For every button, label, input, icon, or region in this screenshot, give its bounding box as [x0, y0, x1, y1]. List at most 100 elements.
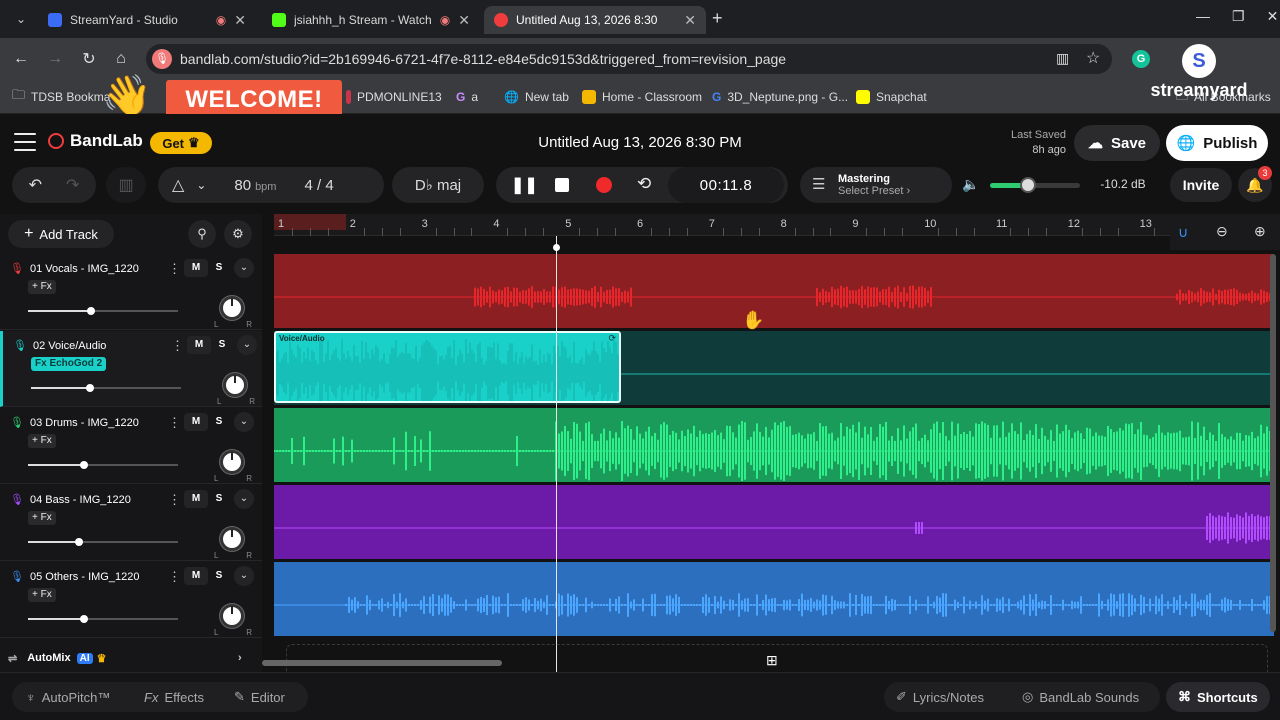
bandlab-sounds-button[interactable]: ◎ BandLab Sounds — [1010, 682, 1151, 712]
chevron-down-icon[interactable]: ⌄ — [234, 258, 254, 278]
mute-button[interactable]: M — [184, 490, 208, 508]
track-menu-icon[interactable]: ⋮ — [168, 492, 181, 508]
track-volume-slider[interactable] — [28, 538, 178, 546]
metronome-options-chevron-icon[interactable]: ⌄ — [196, 178, 206, 192]
shortcuts-button[interactable]: ⌘ Shortcuts — [1166, 682, 1270, 712]
tab-bandlab[interactable]: Untitled Aug 13, 2026 8:30 ✕ — [484, 6, 706, 34]
volume-knob[interactable] — [87, 307, 95, 315]
fx-button[interactable]: + Fx — [28, 280, 56, 294]
tab-list-chevron-icon[interactable]: ⌄ — [16, 12, 26, 26]
solo-button[interactable]: S — [207, 567, 231, 585]
bookmark-pdmonline[interactable]: PDMONLINE13 — [346, 86, 442, 108]
invite-button[interactable]: Invite — [1170, 168, 1232, 202]
star-icon[interactable]: ☆ — [1086, 48, 1100, 68]
add-track-button[interactable]: + Add Track — [8, 220, 114, 248]
track-volume-slider[interactable] — [31, 384, 181, 392]
back-icon[interactable]: ← — [8, 46, 34, 72]
playhead-handle[interactable] — [553, 244, 560, 251]
track-lane[interactable] — [274, 562, 1274, 636]
track-lane[interactable] — [274, 254, 1274, 328]
zoom-out-icon[interactable]: ⊖ — [1216, 223, 1228, 240]
bookmark-folder-tdsb[interactable]: 🗀 TDSB Bookma — [12, 86, 110, 108]
chevron-down-icon[interactable]: ⌄ — [234, 489, 254, 509]
track-menu-icon[interactable]: ⋮ — [168, 415, 181, 431]
new-tab-button[interactable]: + — [712, 8, 723, 29]
menu-icon[interactable] — [14, 133, 36, 151]
track-volume-slider[interactable] — [28, 307, 178, 315]
bookmark-classroom[interactable]: Home - Classroom — [582, 86, 702, 108]
pan-knob[interactable] — [220, 604, 244, 628]
automix-row[interactable]: ⇌ AutoMix AI ♛ › — [0, 646, 262, 670]
forward-icon[interactable]: → — [42, 46, 68, 72]
pan-knob[interactable] — [220, 527, 244, 551]
track-volume-slider[interactable] — [28, 615, 178, 623]
undo-icon[interactable]: ↶ — [29, 175, 42, 195]
track-name[interactable]: 04 Bass - IMG_1220 — [30, 494, 131, 506]
speaker-icon[interactable]: 🔈 — [962, 176, 979, 193]
close-tab-icon[interactable]: ✕ — [234, 12, 246, 29]
track-lane[interactable] — [274, 408, 1274, 482]
metronome-icon[interactable]: △ — [172, 175, 184, 195]
lyrics-notes-button[interactable]: ✐ Lyrics/Notes — [884, 682, 996, 712]
chevron-down-icon[interactable]: ⌄ — [234, 412, 254, 432]
master-volume-slider[interactable] — [990, 177, 1080, 193]
volume-knob[interactable] — [80, 461, 88, 469]
fx-button[interactable]: + Fx — [28, 588, 56, 602]
microphone-permission-icon[interactable]: 🎙 — [152, 49, 172, 69]
url-input[interactable]: 🎙 bandlab.com/studio?id=2b169946-6721-4f… — [146, 44, 1112, 74]
track-name[interactable]: 02 Voice/Audio — [33, 340, 106, 352]
mute-button[interactable]: M — [184, 567, 208, 585]
time-signature[interactable]: 4 / 4 — [304, 177, 333, 194]
pan-knob[interactable] — [220, 296, 244, 320]
track-header[interactable]: 🎙 04 Bass - IMG_1220 ⋮ M S ⌄ + Fx L R — [0, 485, 262, 561]
chevron-down-icon[interactable]: ⌄ — [237, 335, 257, 355]
mute-button[interactable]: M — [184, 413, 208, 431]
solo-button[interactable]: S — [207, 259, 231, 277]
track-volume-slider[interactable] — [28, 461, 178, 469]
publish-button[interactable]: 🌐 Publish — [1166, 125, 1268, 161]
save-button[interactable]: ☁ Save — [1074, 125, 1160, 161]
snap-magnet-icon[interactable]: ∪ — [1178, 224, 1188, 241]
close-tab-icon[interactable]: ✕ — [458, 12, 470, 29]
pause-icon[interactable]: ❚❚ — [511, 175, 538, 195]
reader-mode-icon[interactable]: ▥ — [1056, 50, 1069, 67]
mute-button[interactable]: M — [187, 336, 211, 354]
solo-button[interactable]: S — [207, 490, 231, 508]
track-header[interactable]: 🎙 05 Others - IMG_1220 ⋮ M S ⌄ + Fx L R — [0, 562, 262, 638]
pan-knob[interactable] — [220, 450, 244, 474]
tab-kick-stream[interactable]: jsiahhh_h Stream - Watch Live ◉ ✕ — [262, 6, 480, 34]
maximize-icon[interactable]: ❐ — [1232, 8, 1245, 25]
fx-button[interactable]: + Fx — [28, 511, 56, 525]
track-header[interactable]: 🎙 03 Drums - IMG_1220 ⋮ M S ⌄ + Fx L R — [0, 408, 262, 484]
tab-streamyard[interactable]: StreamYard - Studio ◉ ✕ — [38, 6, 256, 34]
bookmark-new-tab[interactable]: 🌐 New tab — [504, 86, 569, 108]
track-header[interactable]: 🎙 01 Vocals - IMG_1220 ⋮ M S ⌄ + Fx L R — [0, 254, 262, 330]
zoom-in-icon[interactable]: ⊕ — [1254, 223, 1266, 240]
solo-button[interactable]: S — [207, 413, 231, 431]
horizontal-scrollbar[interactable] — [262, 660, 502, 666]
solo-button[interactable]: S — [210, 336, 234, 354]
bookmark-snapchat[interactable]: Snapchat — [856, 86, 927, 108]
tuner-icon[interactable]: ⚲ — [188, 220, 216, 248]
fx-button[interactable]: + Fx — [28, 434, 56, 448]
redo-icon[interactable]: ↷ — [66, 175, 79, 195]
track-menu-icon[interactable]: ⋮ — [168, 569, 181, 585]
bookmark-neptune[interactable]: G 3D_Neptune.png - G... — [712, 86, 848, 108]
track-name[interactable]: 03 Drums - IMG_1220 — [30, 417, 139, 429]
stop-icon[interactable] — [555, 178, 569, 192]
volume-knob[interactable] — [86, 384, 94, 392]
playhead[interactable] — [556, 236, 557, 672]
minimize-icon[interactable]: — — [1196, 8, 1210, 25]
close-tab-icon[interactable]: ✕ — [684, 12, 696, 29]
volume-knob[interactable] — [80, 615, 88, 623]
bandlab-logo[interactable]: BandLab — [48, 131, 143, 151]
key-selector[interactable]: D♭ maj — [392, 167, 484, 203]
mute-button[interactable]: M — [184, 259, 208, 277]
track-name[interactable]: 01 Vocals - IMG_1220 — [30, 263, 139, 275]
track-settings-icon[interactable]: ⚙ — [224, 220, 252, 248]
close-window-icon[interactable]: ✕ — [1267, 8, 1279, 25]
mastering-button[interactable]: ☰ Mastering Select Preset › — [800, 167, 952, 203]
tempo-field[interactable]: 80 bpm — [234, 177, 276, 194]
chevron-down-icon[interactable]: ⌄ — [234, 566, 254, 586]
chevron-right-icon[interactable]: › — [238, 652, 242, 664]
